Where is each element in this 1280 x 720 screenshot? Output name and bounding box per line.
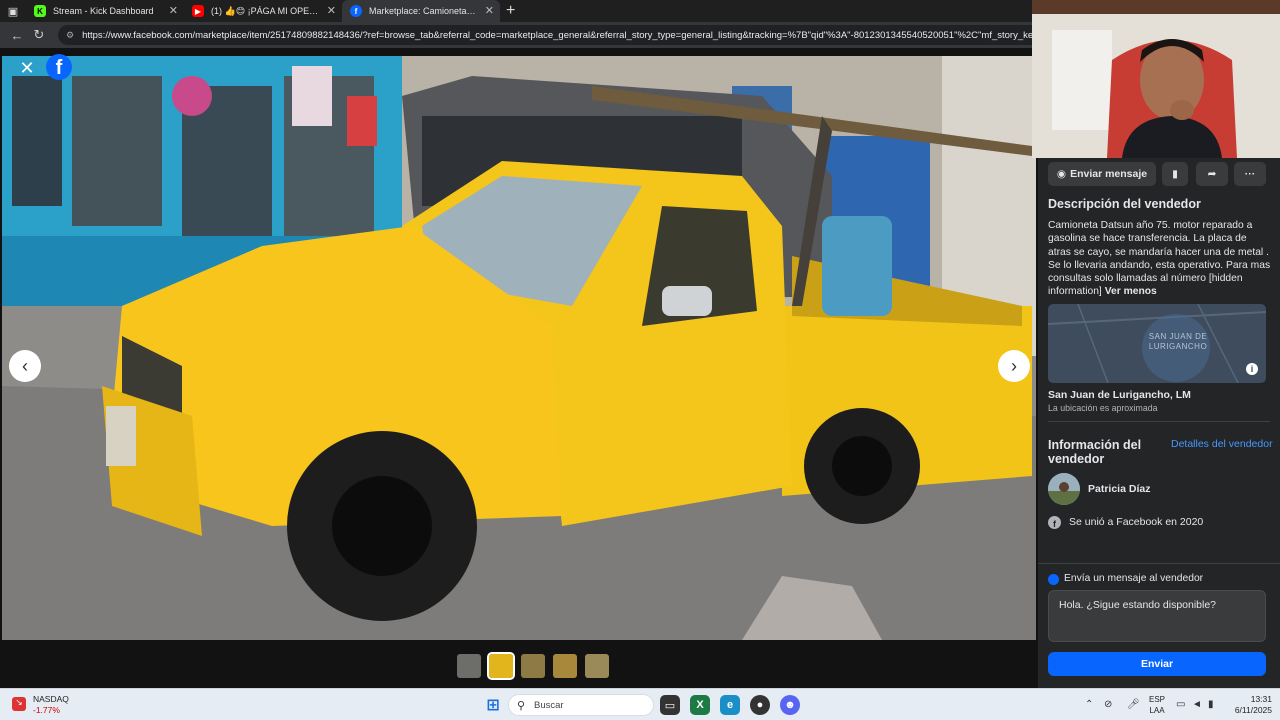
facebook-join-icon: f [1048, 516, 1061, 529]
clock[interactable]: 13:31 6/11/2025 [1228, 694, 1272, 716]
search-icon: ⚲ [517, 700, 526, 712]
tab-switcher-icon[interactable]: ▣ [0, 0, 26, 22]
clock-date: 6/11/2025 [1234, 705, 1272, 715]
new-tab-button[interactable]: + [506, 2, 515, 20]
thumbnail[interactable] [457, 654, 481, 678]
address-bar-row: ← ↻ ⚙ https://www.facebook.com/marketpla… [0, 22, 1040, 48]
share-icon: ➦ [1207, 168, 1217, 180]
reload-icon[interactable]: ↻ [28, 27, 50, 43]
seller-avatar[interactable] [1048, 473, 1080, 505]
taskbar: ↘ NASDAQ -1.77% ⊞ ⚲ Buscar ▭ X e ● ☻ ⌃ ⊘… [0, 688, 1280, 720]
seller-details-link[interactable]: Detalles del vendedor [1171, 438, 1273, 450]
truck-photo-illustration [2, 56, 1036, 640]
obs-icon[interactable]: ● [750, 695, 770, 715]
thumbnail[interactable] [553, 654, 577, 678]
chevron-left-icon: ‹ [22, 355, 28, 376]
thumbnail-selected[interactable] [487, 652, 515, 680]
location-map[interactable]: SAN JUAN DE LURIGANCHO i [1048, 304, 1266, 383]
edge-icon[interactable]: e [720, 695, 740, 715]
listing-details-panel: ◉ Enviar mensaje ▮ ➦ ··· Descripción del… [1038, 158, 1280, 688]
chevron-right-icon: › [1011, 355, 1017, 376]
previous-photo-button[interactable]: ‹ [9, 350, 41, 382]
stock-name: NASDAQ [33, 694, 69, 704]
message-input[interactable] [1048, 590, 1266, 642]
url-text: https://www.facebook.com/marketplace/ite… [82, 29, 1040, 41]
location-note: La ubicación es aproximada [1048, 403, 1158, 413]
start-icon[interactable]: ⊞ [483, 695, 503, 715]
next-photo-button[interactable]: › [998, 350, 1030, 382]
language-top: ESP [1149, 695, 1166, 704]
share-button[interactable]: ➦ [1196, 162, 1228, 186]
send-button[interactable]: Enviar [1048, 652, 1266, 676]
tab-title: Stream - Kick Dashboard [53, 6, 154, 16]
more-options-button[interactable]: ··· [1234, 162, 1266, 186]
search-label: Buscar [534, 700, 564, 711]
seller-info-heading: Información del vendedor [1048, 438, 1142, 466]
stock-change: -1.77% [33, 705, 60, 715]
facebook-icon: f [350, 5, 362, 17]
kick-icon: K [34, 5, 46, 17]
messenger-icon: ◉ [1056, 168, 1067, 180]
excel-icon[interactable]: X [690, 695, 710, 715]
avatar-image [1048, 473, 1080, 505]
taskbar-search[interactable]: ⚲ Buscar [508, 694, 654, 716]
discord-icon[interactable]: ☻ [780, 695, 800, 715]
microphone-icon[interactable]: 🎤︎ [1127, 699, 1140, 710]
tab-title: (1) 👍😊 ¡PÁGA MI OPERACIÓN! [211, 5, 320, 16]
youtube-icon: ▶ [192, 5, 204, 17]
divider [1038, 563, 1280, 564]
messenger-small-icon [1048, 574, 1059, 585]
stock-widget[interactable]: ↘ NASDAQ -1.77% [12, 694, 92, 716]
seller-description: Camioneta Datsun año 75. motor reparado … [1048, 219, 1272, 299]
message-prompt: Envía un mensaje al vendedor [1064, 573, 1204, 584]
network-off-icon[interactable]: ⊘ [1104, 699, 1112, 710]
photo-viewer: ✕ f ‹ › [0, 48, 1038, 688]
battery-icon[interactable]: ▮ [1208, 699, 1214, 710]
more-icon: ··· [1244, 168, 1256, 180]
send-label: Enviar [1140, 658, 1174, 670]
see-less-link[interactable]: Ver menos [1105, 286, 1157, 297]
send-message-label: Enviar mensaje [1070, 168, 1148, 180]
bookmark-icon: ▮ [1172, 168, 1178, 180]
language-indicator[interactable]: ESP LAA [1149, 694, 1165, 716]
close-tab-icon[interactable]: ✕ [327, 4, 336, 17]
webcam-overlay [1032, 0, 1280, 158]
close-tab-icon[interactable]: ✕ [169, 4, 178, 17]
thumbnail[interactable] [585, 654, 609, 678]
send-message-button[interactable]: ◉ Enviar mensaje [1048, 162, 1156, 186]
seller-name[interactable]: Patricia Díaz [1088, 483, 1150, 495]
close-tab-icon[interactable]: ✕ [485, 4, 494, 17]
map-area-label: SAN JUAN DE LURIGANCHO [1148, 332, 1208, 351]
language-bottom: LAA [1149, 706, 1165, 715]
stock-arrow-icon: ↘ [12, 697, 26, 711]
streamer-webcam-image [1032, 0, 1280, 158]
tray-overflow-icon[interactable]: ⌃ [1085, 699, 1093, 710]
thumbnail[interactable] [521, 654, 545, 678]
joined-text: Se unió a Facebook en 2020 [1069, 516, 1204, 528]
tab-title: Marketplace: Camioneta Datsun año 75 [369, 6, 478, 16]
save-button[interactable]: ▮ [1162, 162, 1188, 186]
info-icon[interactable]: i [1246, 363, 1258, 375]
location-name: San Juan de Lurigancho, LM [1048, 389, 1191, 401]
photo-thumbnails [0, 646, 1038, 686]
tab-marketplace[interactable]: f Marketplace: Camioneta Datsun año 75 ✕ [342, 0, 500, 22]
divider [1048, 421, 1270, 422]
tab-kick[interactable]: K Stream - Kick Dashboard ✕ [26, 0, 184, 22]
url-field[interactable]: ⚙ https://www.facebook.com/marketplace/i… [58, 25, 1040, 45]
tab-youtube[interactable]: ▶ (1) 👍😊 ¡PÁGA MI OPERACIÓN! ✕ [184, 0, 342, 22]
monitor-icon[interactable]: ▭ [1176, 699, 1185, 710]
site-info-icon[interactable]: ⚙ [66, 30, 74, 41]
description-heading: Descripción del vendedor [1048, 197, 1201, 211]
listing-photo[interactable] [2, 56, 1036, 640]
close-icon[interactable]: ✕ [18, 58, 36, 79]
facebook-logo-icon[interactable]: f [46, 54, 72, 80]
volume-icon[interactable]: ◄ [1192, 699, 1202, 710]
description-text: Camioneta Datsun año 75. motor reparado … [1048, 220, 1271, 298]
back-icon[interactable]: ← [6, 28, 28, 43]
task-view-icon[interactable]: ▭ [660, 695, 680, 715]
clock-time: 13:31 [1250, 694, 1272, 704]
